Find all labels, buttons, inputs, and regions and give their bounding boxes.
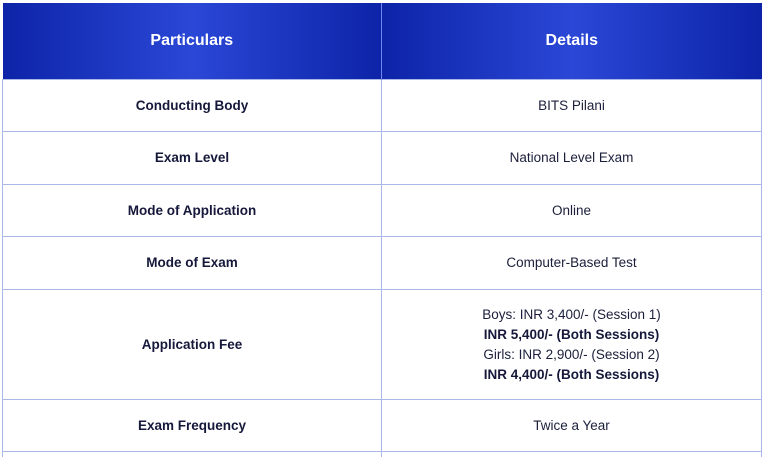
row-label-application-fee: Application Fee [2,289,382,400]
table-row: Conducting Body BITS Pilani [2,79,762,132]
row-label-exam-frequency: Exam Frequency [2,399,382,452]
partial-cell-right [381,451,762,457]
table-row: Application Fee Boys: INR 3,400/- (Sessi… [2,289,762,400]
row-label-exam-level: Exam Level [2,131,382,185]
fee-boys-session-1: Boys: INR 3,400/- (Session 1) [482,306,661,322]
table-row: Exam Level National Level Exam [2,131,762,185]
table-row-partial [2,451,762,457]
row-value-conducting-body: BITS Pilani [381,79,762,132]
row-label-mode-of-application: Mode of Application [2,184,382,237]
partial-cell-left [2,451,382,457]
table-header-row: Particulars Details [2,3,762,80]
table-row: Exam Frequency Twice a Year [2,399,762,452]
exam-details-container: Particulars Details Conducting Body BITS… [0,0,763,457]
exam-details-table: Particulars Details Conducting Body BITS… [2,3,762,457]
table-row: Mode of Exam Computer-Based Test [2,236,762,290]
row-value-exam-frequency: Twice a Year [381,399,762,452]
row-label-conducting-body: Conducting Body [2,79,382,132]
row-value-application-fee: Boys: INR 3,400/- (Session 1) INR 5,400/… [381,289,762,400]
header-particulars: Particulars [2,3,382,80]
fee-boys-both-sessions: INR 5,400/- (Both Sessions) [483,326,660,342]
row-value-mode-of-exam: Computer-Based Test [381,236,762,290]
row-label-mode-of-exam: Mode of Exam [2,236,382,290]
row-value-exam-level: National Level Exam [381,131,762,185]
fee-girls-session-2: Girls: INR 2,900/- (Session 2) [483,346,660,362]
table-row: Mode of Application Online [2,184,762,237]
header-details: Details [381,3,762,80]
row-value-mode-of-application: Online [381,184,762,237]
fee-girls-both-sessions: INR 4,400/- (Both Sessions) [483,366,660,382]
